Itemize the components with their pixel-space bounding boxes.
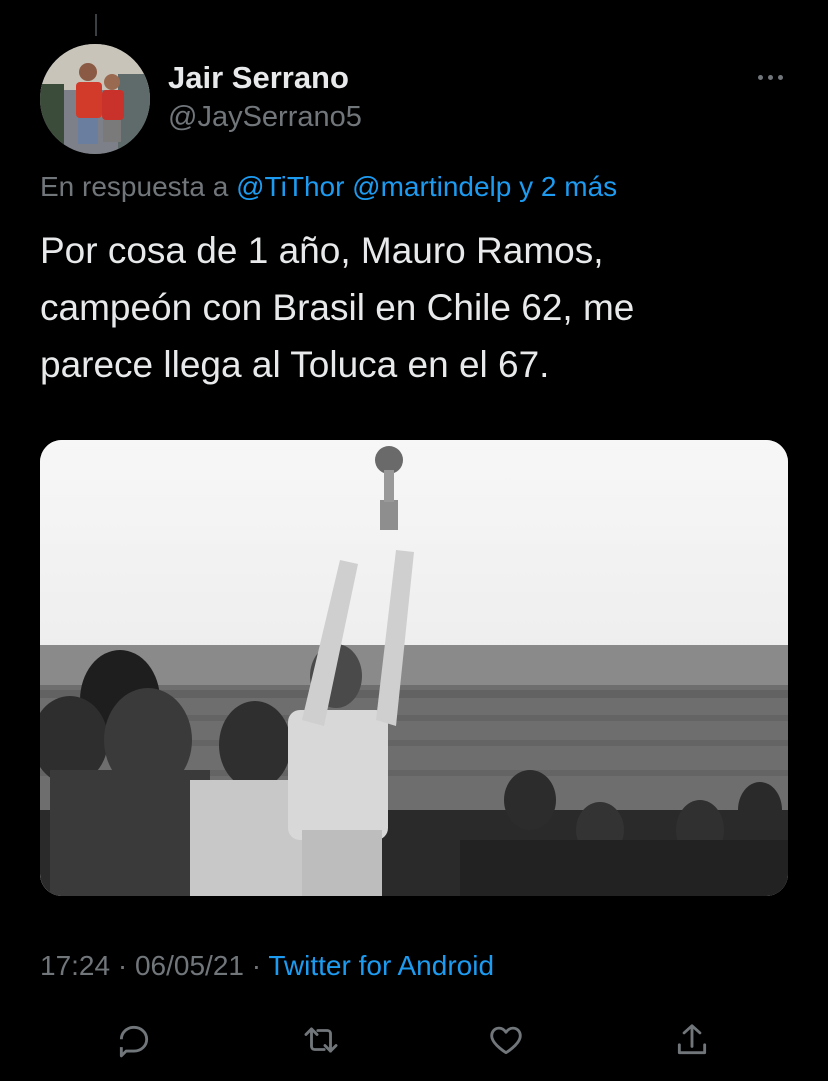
avatar-photo (40, 44, 150, 154)
retweet-button[interactable] (297, 1016, 345, 1064)
tweet-photo[interactable] (40, 440, 788, 896)
reply-context: En respuesta a @TiThor @martindelp y 2 m… (40, 171, 617, 203)
meta-separator: · (110, 950, 135, 981)
share-icon (677, 1024, 707, 1055)
more-options-button[interactable] (748, 62, 792, 92)
tweet-time: 17:24 (40, 950, 111, 981)
tweet-actions-bar (0, 1016, 828, 1064)
more-dot (777, 74, 783, 80)
reply-mentions-link[interactable]: @TiThor @martindelp y 2 más (236, 171, 617, 202)
meta-separator: · (243, 950, 269, 981)
tweet-date: 06/05/21 (134, 950, 244, 981)
thread-connector-line (95, 14, 97, 36)
tweet-detail: Jair Serrano @JaySerrano5 En respuesta a… (0, 0, 828, 1081)
reply-icon (119, 1025, 149, 1058)
more-dot (767, 74, 773, 80)
heart-icon (490, 1026, 522, 1055)
like-button[interactable] (482, 1016, 530, 1064)
tweet-text-line: parece llega al Toluca en el 67. (40, 344, 550, 385)
tweet-source-link[interactable]: Twitter for Android (268, 950, 494, 981)
more-horizontal-icon (757, 74, 763, 80)
author-name[interactable]: Jair Serrano (168, 60, 349, 96)
tweet-text-line: Por cosa de 1 año, Mauro Ramos, (40, 230, 604, 271)
reply-prefix: En respuesta a (40, 171, 229, 202)
author-handle[interactable]: @JaySerrano5 (168, 101, 362, 134)
reply-button[interactable] (110, 1016, 158, 1064)
tweet-metadata: 17:24 · 06/05/21 · Twitter for Android (40, 950, 494, 982)
tweet-text: Por cosa de 1 año, Mauro Ramos, campeón … (40, 222, 790, 393)
retweet-icon (304, 1027, 338, 1053)
tweet-text-line: campeón con Brasil en Chile 62, me (40, 287, 635, 328)
photo-trophy-celebration (40, 440, 788, 896)
avatar[interactable] (40, 44, 150, 154)
share-button[interactable] (668, 1016, 716, 1064)
